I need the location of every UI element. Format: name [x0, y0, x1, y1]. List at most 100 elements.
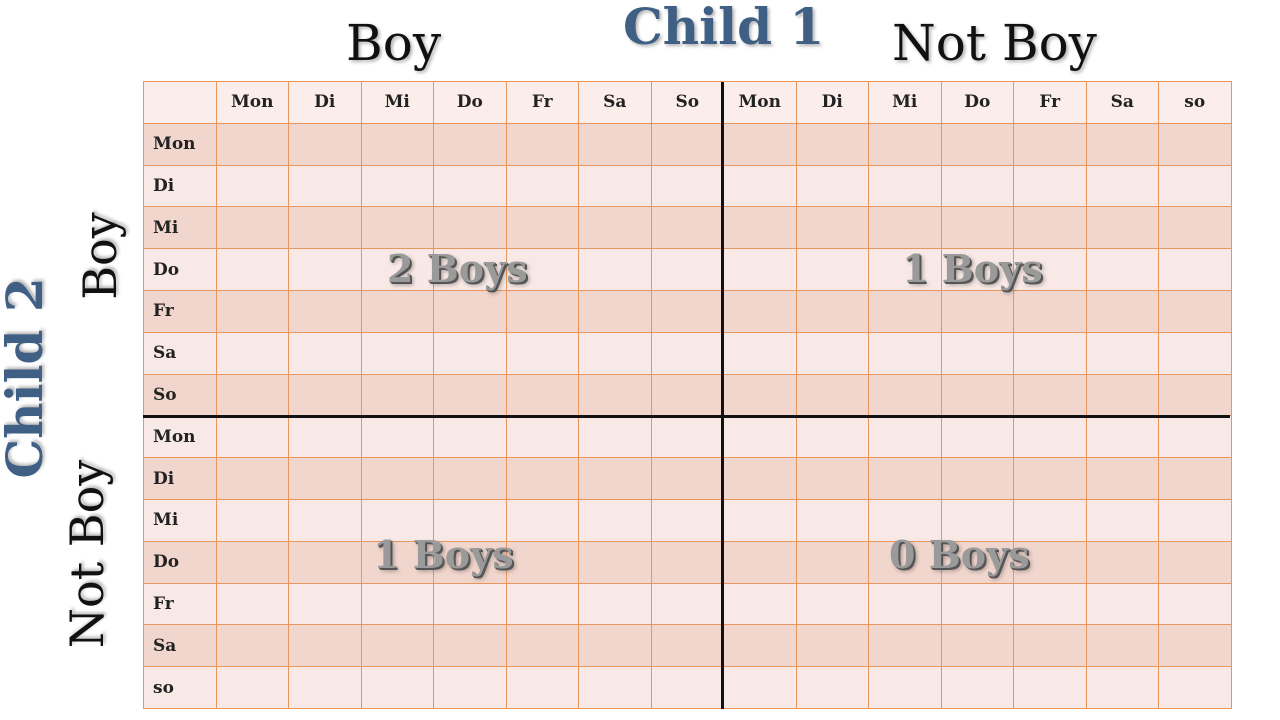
grid-cell	[505, 415, 579, 459]
column-header: Mon	[723, 81, 797, 124]
grid-cell	[288, 206, 362, 250]
grid-cell	[650, 373, 724, 417]
grid-cell	[215, 206, 289, 250]
grid-cell	[505, 457, 579, 500]
grid-cell	[505, 498, 579, 542]
day-grid: Mon Di Mi Do Fr Sa So Mon Di Mi Do Fr Sa…	[143, 81, 1232, 709]
grid-cell	[215, 248, 289, 291]
grid-cell	[1013, 582, 1087, 626]
grid-cell	[1013, 666, 1087, 709]
grid-cell	[723, 624, 797, 668]
grid-cell	[1158, 457, 1232, 500]
grid-cell	[650, 666, 724, 709]
grid-cell	[360, 624, 434, 668]
grid-cell	[1085, 582, 1159, 626]
grid-cell	[940, 415, 1014, 459]
grid-cell	[1158, 582, 1232, 626]
grid-cell	[650, 289, 724, 333]
column-header: Mi	[868, 81, 942, 124]
grid-cell	[1085, 540, 1159, 584]
quadrant-boy-boy-count: 2 Boys	[387, 246, 528, 291]
grid-cell	[650, 331, 724, 375]
grid-cell	[215, 331, 289, 375]
grid-cell	[288, 666, 362, 709]
grid-cell	[1085, 373, 1159, 417]
grid-cell	[650, 457, 724, 500]
grid-cell	[650, 498, 724, 542]
grid-cell	[1013, 373, 1087, 417]
grid-row: Di	[143, 164, 1232, 208]
grid-cell	[940, 331, 1014, 375]
grid-cell	[1013, 122, 1087, 166]
grid-cell	[1158, 498, 1232, 542]
grid-cell	[578, 624, 652, 668]
grid-cell	[940, 457, 1014, 500]
column-header: so	[1158, 81, 1232, 124]
grid-cell	[288, 624, 362, 668]
grid-cell	[795, 498, 869, 542]
grid-cell	[1158, 331, 1232, 375]
grid-cell	[650, 164, 724, 208]
grid-cell	[940, 206, 1014, 250]
row-group-not-boy-label: Not Boy	[60, 459, 114, 649]
grid-cell	[723, 331, 797, 375]
grid-cell	[795, 415, 869, 459]
grid-cell	[795, 582, 869, 626]
column-header: So	[650, 81, 724, 124]
grid-cell	[578, 582, 652, 626]
grid-cell	[433, 666, 507, 709]
grid-cell	[578, 498, 652, 542]
row-header: so	[143, 666, 217, 709]
grid-cell	[288, 373, 362, 417]
column-header: Fr	[505, 81, 579, 124]
grid-cell	[1013, 331, 1087, 375]
grid-cell	[288, 289, 362, 333]
grid-cell	[795, 624, 869, 668]
grid-cell	[868, 289, 942, 333]
grid-cell	[505, 666, 579, 709]
grid-cell	[723, 540, 797, 584]
grid-cell	[215, 415, 289, 459]
grid-cell	[795, 122, 869, 166]
grid-cell	[1085, 206, 1159, 250]
grid-cell	[795, 457, 869, 500]
row-header: Do	[143, 540, 217, 584]
grid-cell	[723, 666, 797, 709]
grid-cell	[650, 582, 724, 626]
grid-cell	[1158, 415, 1232, 459]
grid-cell	[578, 122, 652, 166]
grid-cell	[795, 289, 869, 333]
grid-cell	[433, 331, 507, 375]
grid-cell	[940, 624, 1014, 668]
column-header: Fr	[1013, 81, 1087, 124]
row-header: Mi	[143, 206, 217, 250]
grid-row: Di	[143, 457, 1232, 500]
grid-cell	[650, 206, 724, 250]
grid-cell	[215, 540, 289, 584]
row-header: Di	[143, 457, 217, 500]
grid-cell	[723, 498, 797, 542]
grid-row: So	[143, 373, 1232, 417]
grid-cell	[360, 582, 434, 626]
grid-cell	[360, 122, 434, 166]
grid-cell	[578, 457, 652, 500]
grid-cell	[795, 540, 869, 584]
grid-cell	[288, 248, 362, 291]
grid-cell	[940, 289, 1014, 333]
grid-cell	[1158, 164, 1232, 208]
grid-row: Mi	[143, 498, 1232, 542]
grid-cell	[868, 415, 942, 459]
row-header: Di	[143, 164, 217, 208]
grid-cell	[360, 415, 434, 459]
quadrant-boy-notboy-count: 1 Boys	[902, 246, 1043, 291]
grid-cell	[360, 457, 434, 500]
grid-cell	[1158, 373, 1232, 417]
grid-cell	[505, 373, 579, 417]
grid-cell	[215, 457, 289, 500]
grid-cell	[723, 373, 797, 417]
quadrant-notboy-notboy-count: 0 Boys	[889, 532, 1030, 577]
grid-cell	[940, 582, 1014, 626]
grid-cell	[868, 373, 942, 417]
column-header: Do	[940, 81, 1014, 124]
grid-cell	[433, 624, 507, 668]
